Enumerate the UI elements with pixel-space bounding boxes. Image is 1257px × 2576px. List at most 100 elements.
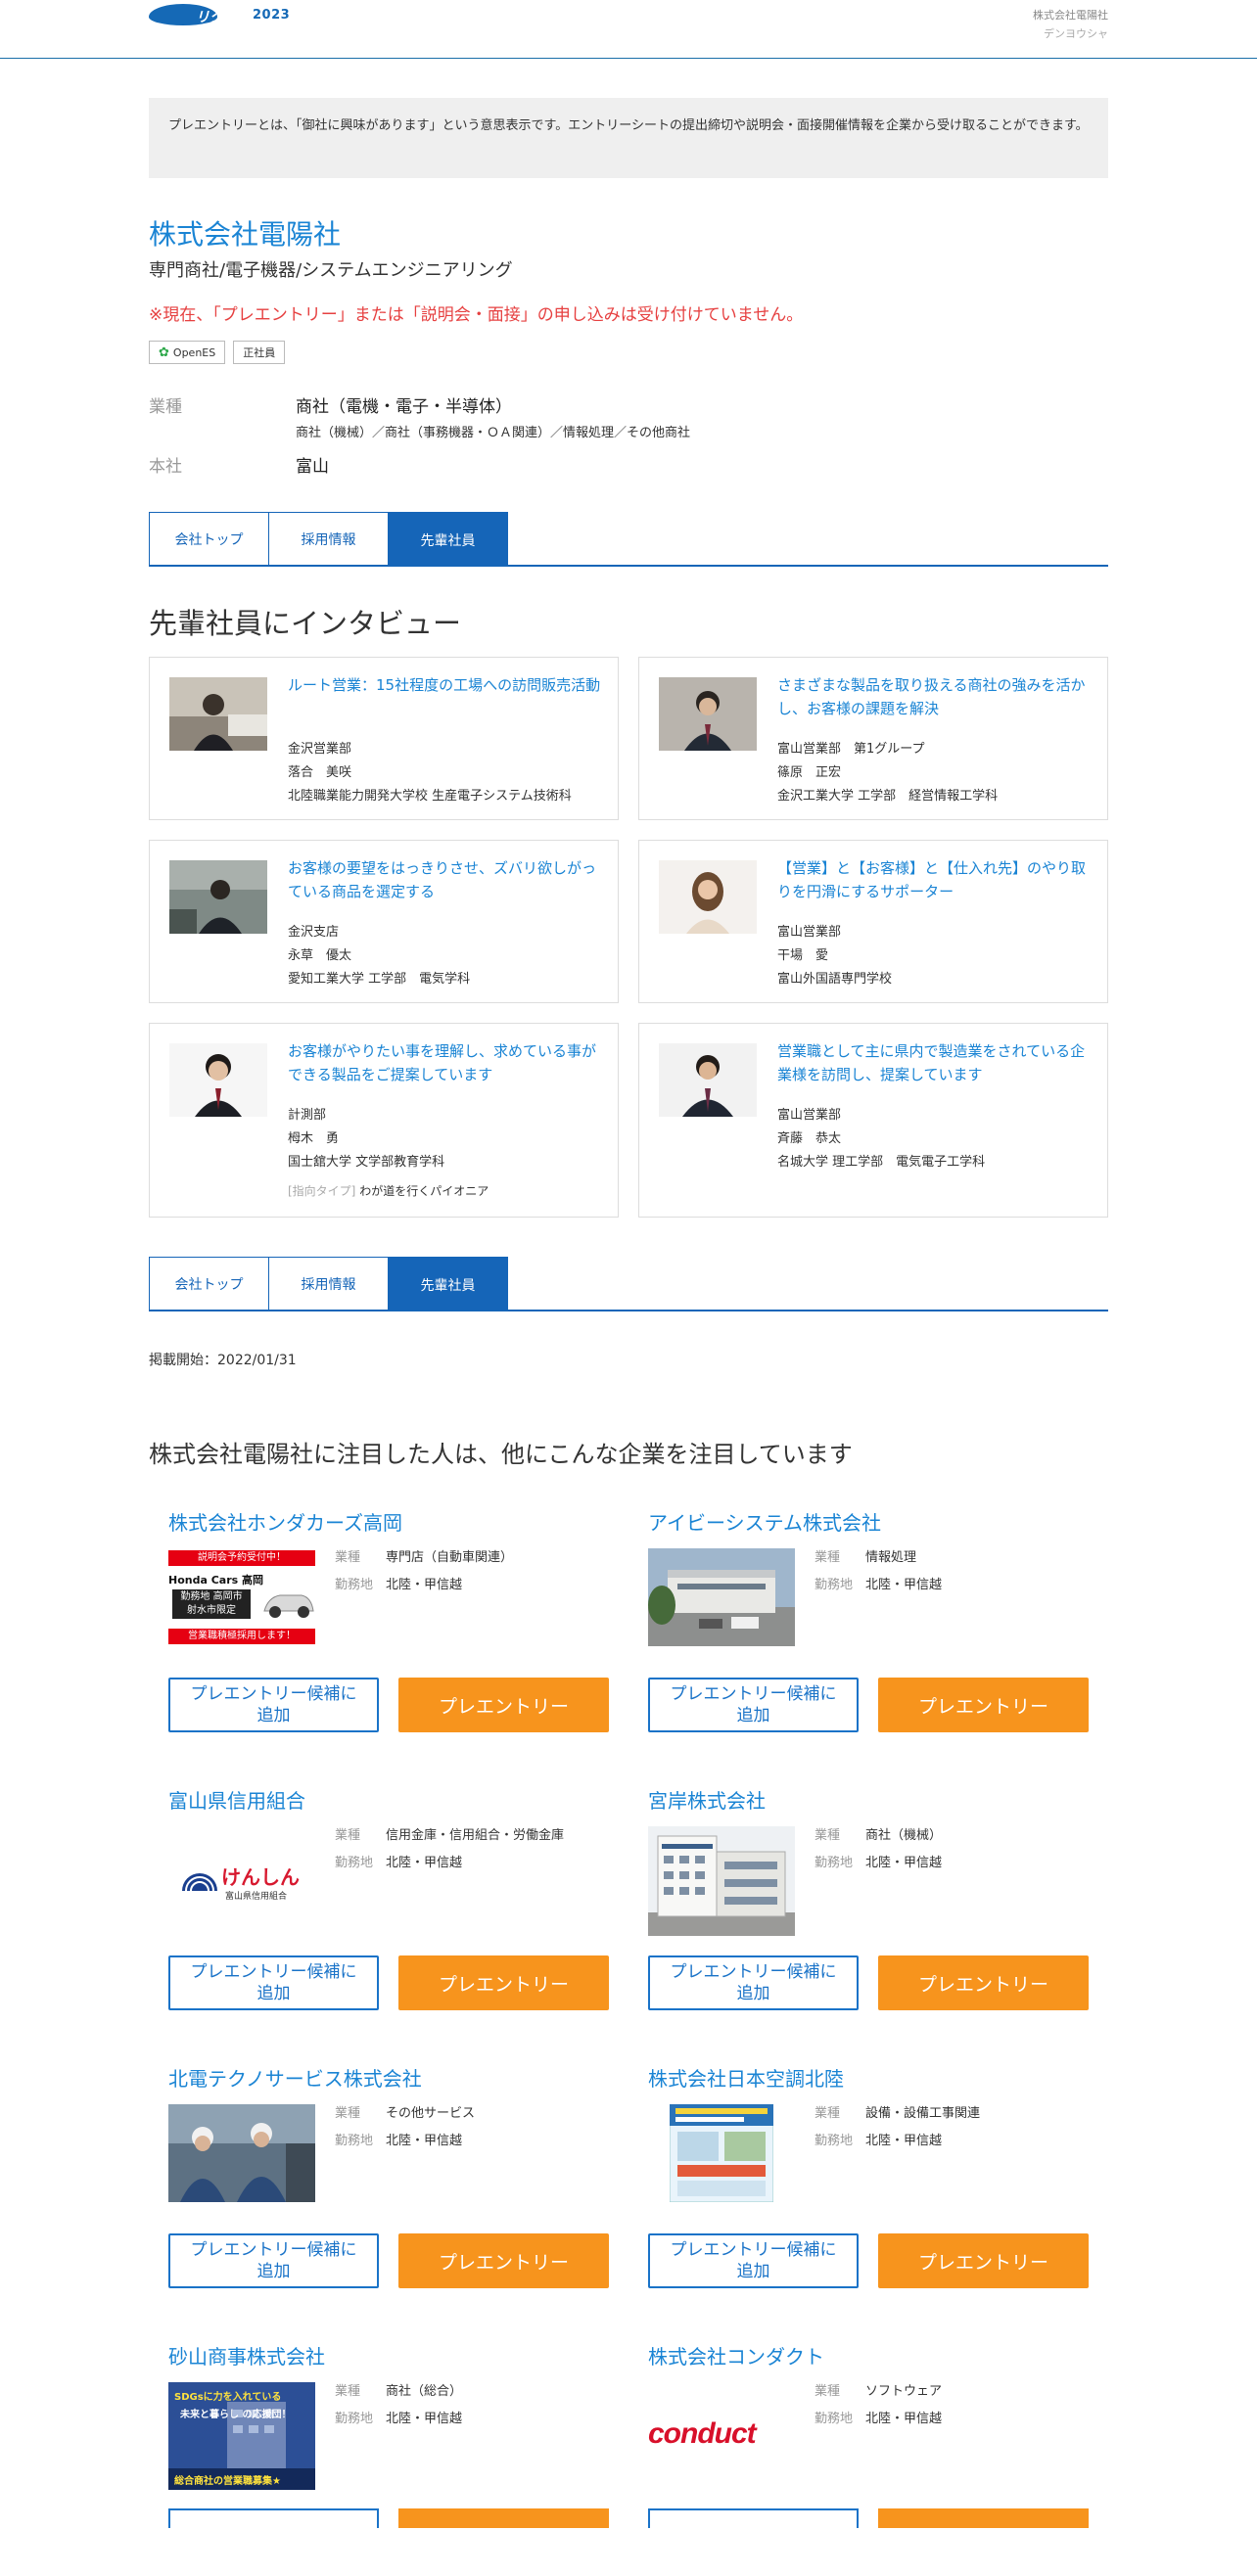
recommended-company: 砂山商事株式会社 SDGsに力を入れている 未来と暮らし の応援団！ 総合商社の… bbox=[168, 2341, 609, 2576]
tab-senior-staff[interactable]: 先輩社員 bbox=[388, 1257, 508, 1311]
rec-industry: 信用金庫・信用組合・労働金庫 bbox=[386, 1828, 565, 1843]
tag-openes: ✿ OpenES bbox=[149, 341, 226, 364]
interview-title[interactable]: さまざまな製品を取り扱える商社の強みを活かし、お客様の課題を解決 bbox=[777, 673, 1091, 720]
staff-photo bbox=[659, 1043, 757, 1117]
pre-entry-notice: プレエントリーとは、「御社に興味があります」という意思表示です。エントリーシート… bbox=[149, 98, 1108, 178]
rec-company-name[interactable]: 宮岸株式会社 bbox=[648, 1785, 766, 1814]
staff-photo bbox=[169, 860, 267, 934]
rec-location: 北陸・甲信越 bbox=[865, 2134, 943, 2148]
interview-title[interactable]: お客様がやりたい事を理解し、求めている事ができる製品をご提案しています bbox=[288, 1039, 601, 1086]
post-date: 掲載開始：2022/01/31 bbox=[149, 1353, 297, 1368]
rikunabi-logo[interactable]: リクナビ 2023 bbox=[149, 4, 290, 25]
rec-location-label: 勤務地 bbox=[335, 2134, 374, 2148]
rec-company-image bbox=[648, 1548, 795, 1646]
tab-company-top[interactable]: 会社トップ bbox=[149, 512, 269, 565]
rec-company-image: 説明会予約受付中！ Honda Cars 高岡 勤務地 高岡市 射水市限定 営業職… bbox=[168, 1548, 315, 1646]
industry-label: 業種 bbox=[149, 397, 182, 417]
rec-company-name[interactable]: アイビーシステム株式会社 bbox=[648, 1507, 881, 1536]
rec-company-name[interactable]: 砂山商事株式会社 bbox=[168, 2341, 325, 2369]
recommendation-title: 株式会社電陽社に注目した人は、他にこんな企業を注目しています bbox=[149, 1441, 853, 1468]
pre-entry-button[interactable]: プレエントリー bbox=[398, 1955, 609, 2010]
company-tags: ✿ OpenES 正社員 bbox=[149, 341, 286, 364]
pre-entry-button[interactable]: プレエントリー bbox=[878, 2233, 1089, 2288]
rec-location: 北陸・甲信越 bbox=[386, 1578, 463, 1592]
clover-icon: ✿ bbox=[159, 345, 169, 360]
add-candidate-button[interactable]: プレエントリー候補に追加 bbox=[648, 1678, 859, 1732]
add-candidate-button[interactable]: プレエントリー候補に追加 bbox=[648, 1955, 859, 2010]
rec-location: 北陸・甲信越 bbox=[386, 2412, 463, 2426]
add-candidate-button[interactable]: プレエントリー候補に追加 bbox=[648, 2233, 859, 2288]
tab-company-top[interactable]: 会社トップ bbox=[149, 1257, 269, 1310]
staff-name: 干場 愛 bbox=[777, 948, 829, 963]
recommended-company: 宮岸株式会社 業種 商社（機械） 勤務地 北陸・甲信越 プレエントリー候補に追加… bbox=[648, 1785, 1089, 2020]
rec-company-name[interactable]: 株式会社日本空調北陸 bbox=[648, 2063, 844, 2092]
tag-fulltime: 正社員 bbox=[233, 341, 286, 364]
pre-entry-button-partial[interactable] bbox=[878, 2508, 1089, 2528]
staff-school: 金沢工業大学 工学部 経営情報工学科 bbox=[777, 789, 999, 804]
interview-title[interactable]: お客様の要望をはっきりさせ、ズバリ欲しがっている商品を選定する bbox=[288, 856, 601, 903]
rec-industry: 専門店（自動車関連） bbox=[386, 1550, 514, 1565]
rec-company-name[interactable]: 株式会社コンダクト bbox=[648, 2341, 824, 2369]
interview-card[interactable]: お客様の要望をはっきりさせ、ズバリ欲しがっている商品を選定する 金沢支店 永草 … bbox=[149, 840, 619, 1003]
staff-photo bbox=[659, 677, 757, 751]
rec-location-label: 勤務地 bbox=[335, 2412, 374, 2426]
tab-recruitment[interactable]: 採用情報 bbox=[268, 1257, 389, 1310]
rec-location-label: 勤務地 bbox=[815, 2412, 854, 2426]
staff-photo bbox=[659, 860, 757, 934]
tab-senior-staff[interactable]: 先輩社員 bbox=[388, 512, 508, 567]
rec-industry: その他サービス bbox=[386, 2106, 476, 2121]
rec-company-image bbox=[648, 1826, 795, 1936]
rec-location-label: 勤務地 bbox=[815, 2134, 854, 2148]
rec-company-image bbox=[648, 2104, 795, 2202]
interview-section-title: 先輩社員にインタビュー bbox=[149, 607, 462, 640]
rec-industry: 商社（総合） bbox=[386, 2384, 463, 2399]
interview-title[interactable]: 営業職として主に県内で製造業をされている企業様を訪問し、提案しています bbox=[777, 1039, 1091, 1086]
add-candidate-button[interactable]: プレエントリー候補に追加 bbox=[168, 2233, 379, 2288]
rec-company-name[interactable]: 富山県信用組合 bbox=[168, 1785, 305, 1814]
hq-label: 本社 bbox=[149, 457, 182, 477]
pre-entry-button[interactable]: プレエントリー bbox=[878, 1955, 1089, 2010]
interview-title[interactable]: ルート営業：15社程度の工場への訪問販売活動 bbox=[288, 673, 601, 697]
staff-name: 落合 美咲 bbox=[288, 765, 352, 780]
header-company-name: 株式会社電陽社 bbox=[1033, 9, 1108, 22]
staff-school: 名城大学 理工学部 電気電子工学科 bbox=[777, 1155, 986, 1170]
recommended-company: 北電テクノサービス株式会社 業種 その他サービス 勤務地 北陸・甲信越 プレエン… bbox=[168, 2063, 609, 2298]
pre-entry-button-partial[interactable] bbox=[398, 2508, 609, 2528]
staff-dept: 計測部 bbox=[288, 1108, 327, 1123]
hq-value: 富山 bbox=[296, 457, 329, 477]
rec-location-label: 勤務地 bbox=[815, 1856, 854, 1870]
add-candidate-button-partial[interactable] bbox=[648, 2508, 859, 2528]
interview-card[interactable]: お客様がやりたい事を理解し、求めている事ができる製品をご提案しています 計測部 … bbox=[149, 1023, 619, 1218]
tab-recruitment[interactable]: 採用情報 bbox=[268, 512, 389, 565]
add-candidate-button[interactable]: プレエントリー候補に追加 bbox=[168, 1955, 379, 2010]
staff-dept: 金沢支店 bbox=[288, 925, 340, 940]
staff-school: 国士舘大学 文学部教育学科 bbox=[288, 1155, 445, 1170]
interview-title[interactable]: 【営業】と【お客様】と【仕入れ先】のやり取りを円滑にするサポーター bbox=[777, 856, 1091, 903]
add-candidate-button[interactable]: プレエントリー候補に追加 bbox=[168, 1678, 379, 1732]
staff-name: 斉藤 恭太 bbox=[777, 1131, 842, 1146]
rec-location-label: 勤務地 bbox=[815, 1578, 854, 1592]
rec-industry-label: 業種 bbox=[815, 1550, 841, 1565]
interview-card[interactable]: 【営業】と【お客様】と【仕入れ先】のやり取りを円滑にするサポーター 富山営業部 … bbox=[638, 840, 1108, 1003]
site-header: リクナビ 2023 株式会社電陽社 デンヨウシャ bbox=[0, 0, 1257, 59]
rec-location-label: 勤務地 bbox=[335, 1856, 374, 1870]
interview-card[interactable]: さまざまな製品を取り扱える商社の強みを活かし、お客様の課題を解決 富山営業部 第… bbox=[638, 657, 1108, 820]
pre-entry-button[interactable]: プレエントリー bbox=[398, 1678, 609, 1732]
staff-name: 栂木 勇 bbox=[288, 1131, 340, 1146]
rec-company-name[interactable]: 株式会社ホンダカーズ高岡 bbox=[168, 1507, 402, 1536]
pre-entry-button[interactable]: プレエントリー bbox=[398, 2233, 609, 2288]
interview-card[interactable]: 営業職として主に県内で製造業をされている企業様を訪問し、提案しています 富山営業… bbox=[638, 1023, 1108, 1218]
staff-dept: 金沢営業部 bbox=[288, 742, 352, 757]
add-candidate-button-partial[interactable] bbox=[168, 2508, 379, 2528]
pre-entry-button[interactable]: プレエントリー bbox=[878, 1678, 1089, 1732]
rec-industry: ソフトウェア bbox=[865, 2384, 943, 2399]
rec-location: 北陸・甲信越 bbox=[386, 2134, 463, 2148]
rec-company-name[interactable]: 北電テクノサービス株式会社 bbox=[168, 2063, 422, 2092]
rec-industry: 設備・設備工事関連 bbox=[865, 2106, 981, 2121]
staff-school: 北陸職業能力開発大学校 生産電子システム技術科 bbox=[288, 789, 572, 804]
staff-school: 愛知工業大学 工学部 電気学科 bbox=[288, 972, 471, 987]
logo-year: 2023 bbox=[253, 7, 291, 23]
entry-closed-warning: ※現在、「プレエントリー」または「説明会・面接」の申し込みは受け付けていません。 bbox=[149, 305, 804, 325]
interview-card[interactable]: ルート営業：15社程度の工場への訪問販売活動 金沢営業部 落合 美咲 北陸職業能… bbox=[149, 657, 619, 820]
recommended-company: アイビーシステム株式会社 業種 情報処理 勤務地 北陸・甲信越 プレエントリー候… bbox=[648, 1507, 1089, 1742]
